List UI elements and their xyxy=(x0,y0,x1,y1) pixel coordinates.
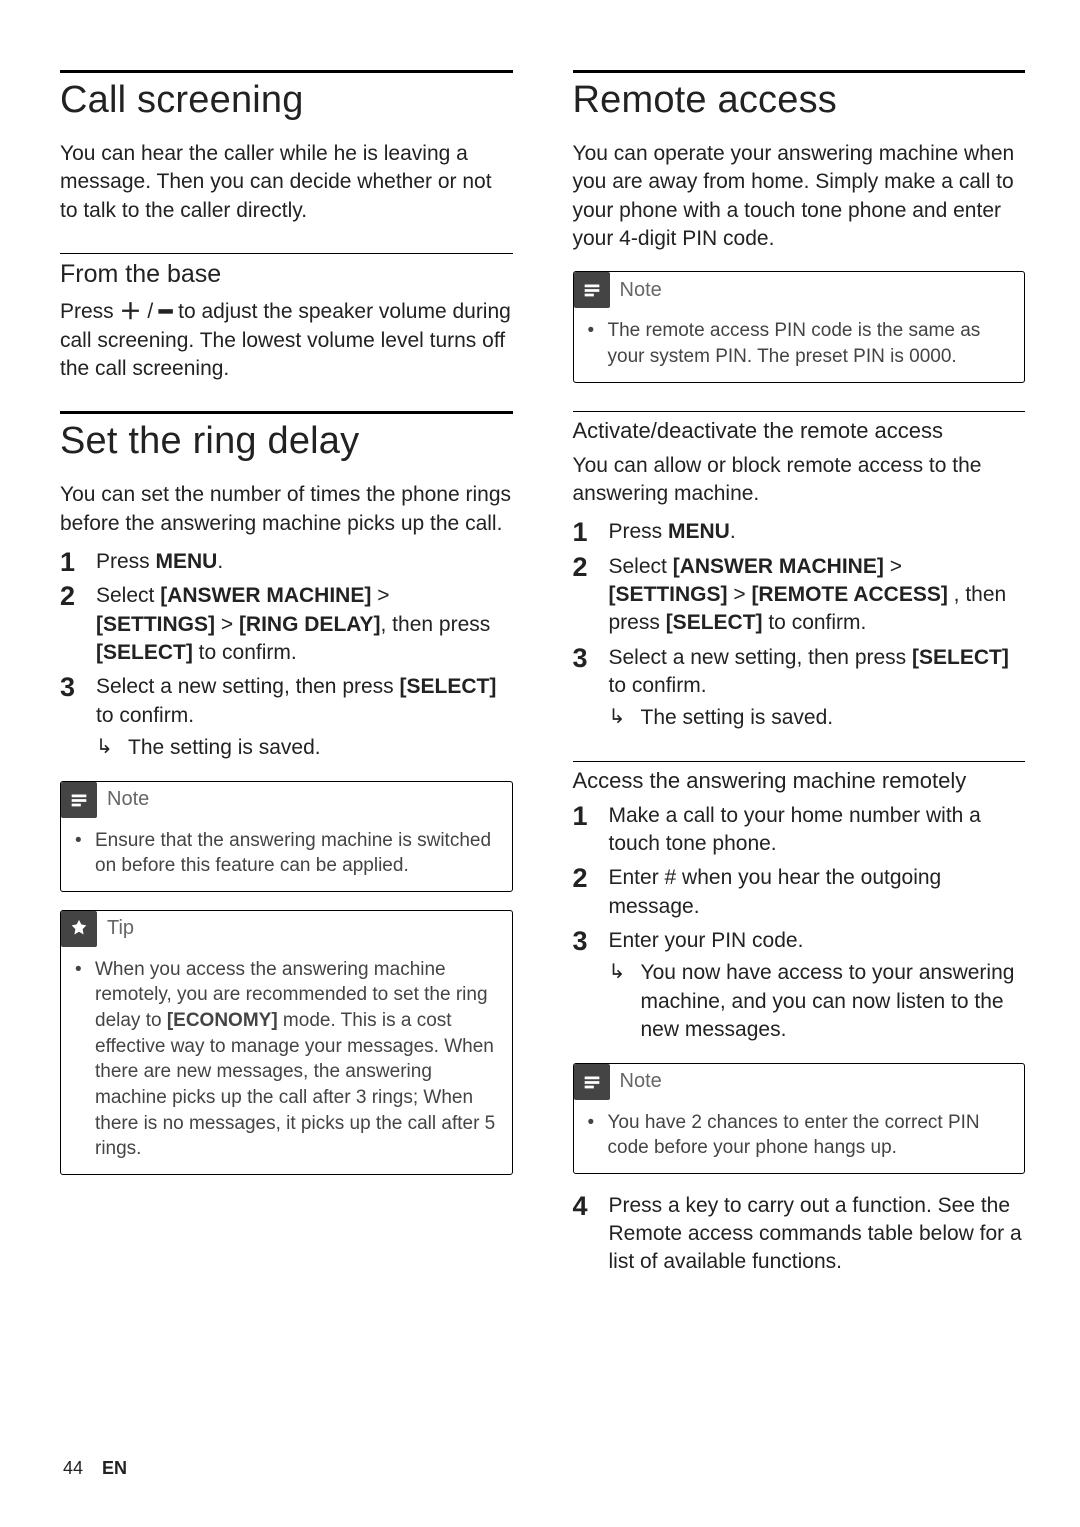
note-icon xyxy=(574,1064,610,1100)
steps-list: 1 Make a call to your home number with a… xyxy=(573,802,1026,1045)
page-number: 44 xyxy=(63,1458,83,1478)
section-call-screening: Call screening You can hear the caller w… xyxy=(60,70,513,225)
paragraph: You can set the number of times the phon… xyxy=(60,481,513,538)
note-item: The remote access PIN code is the same a… xyxy=(588,318,1011,369)
step-item: 3 Enter your PIN code. ↳ You now have ac… xyxy=(573,927,1026,1044)
heading-access-remotely: Access the answering machine remotely xyxy=(573,768,1026,794)
step-item: 4 Press a key to carry out a function. S… xyxy=(573,1192,1026,1277)
heading-call-screening: Call screening xyxy=(60,79,513,122)
heading-ring-delay: Set the ring delay xyxy=(60,420,513,463)
tip-callout: Tip When you access the answering machin… xyxy=(60,910,513,1175)
steps-list: 1 Press MENU. 2 Select [ANSWER MACHINE] … xyxy=(573,518,1026,732)
note-callout: Note Ensure that the answering machine i… xyxy=(60,781,513,892)
plus-icon: ＋ xyxy=(120,299,142,324)
section-remote-access: Remote access You can operate your answe… xyxy=(573,70,1026,383)
note-callout: Note The remote access PIN code is the s… xyxy=(573,271,1026,382)
paragraph: You can allow or block remote access to … xyxy=(573,452,1026,509)
paragraph: You can operate your answering machine w… xyxy=(573,140,1026,253)
arrow-icon: ↳ xyxy=(609,959,631,985)
heading-remote-access: Remote access xyxy=(573,79,1026,122)
section-activate-remote: Activate/deactivate the remote access Yo… xyxy=(573,411,1026,733)
step-item: 3 Select a new setting, then press [SELE… xyxy=(573,644,1026,733)
left-column: Call screening You can hear the caller w… xyxy=(60,70,513,1305)
note-icon xyxy=(574,272,610,308)
step-item: 3 Select a new setting, then press [SELE… xyxy=(60,673,513,762)
page-footer: 44 EN xyxy=(63,1458,127,1479)
right-column: Remote access You can operate your answe… xyxy=(573,70,1026,1305)
steps-list: 4 Press a key to carry out a function. S… xyxy=(573,1192,1026,1277)
step-item: 1 Press MENU. xyxy=(60,548,513,576)
arrow-icon: ↳ xyxy=(609,704,631,730)
step-item: 1 Make a call to your home number with a… xyxy=(573,802,1026,859)
steps-list: 1 Press MENU. 2 Select [ANSWER MACHINE] … xyxy=(60,548,513,762)
step-item: 2 Select [ANSWER MACHINE] > [SETTINGS] >… xyxy=(573,553,1026,638)
step-item: 1 Press MENU. xyxy=(573,518,1026,546)
note-item: Ensure that the answering machine is swi… xyxy=(75,828,498,879)
section-ring-delay: Set the ring delay You can set the numbe… xyxy=(60,411,513,1175)
note-item: You have 2 chances to enter the correct … xyxy=(588,1110,1011,1161)
note-callout: Note You have 2 chances to enter the cor… xyxy=(573,1063,1026,1174)
section-from-base: From the base Press ＋ / ━ to adjust the … xyxy=(60,253,513,383)
minus-icon: ━ xyxy=(159,299,172,324)
section-access-remotely: Access the answering machine remotely 1 … xyxy=(573,761,1026,1277)
note-icon xyxy=(61,782,97,818)
step-item: 2 Enter # when you hear the outgoing mes… xyxy=(573,864,1026,921)
page-lang: EN xyxy=(102,1458,127,1478)
tip-icon xyxy=(61,911,97,947)
heading-activate-remote: Activate/deactivate the remote access xyxy=(573,418,1026,444)
tip-item: When you access the answering machine re… xyxy=(75,957,498,1162)
arrow-icon: ↳ xyxy=(96,734,118,760)
paragraph: Press ＋ / ━ to adjust the speaker volume… xyxy=(60,297,513,383)
heading-from-base: From the base xyxy=(60,260,513,289)
paragraph: You can hear the caller while he is leav… xyxy=(60,140,513,225)
step-item: 2 Select [ANSWER MACHINE] > [SETTINGS] >… xyxy=(60,582,513,667)
